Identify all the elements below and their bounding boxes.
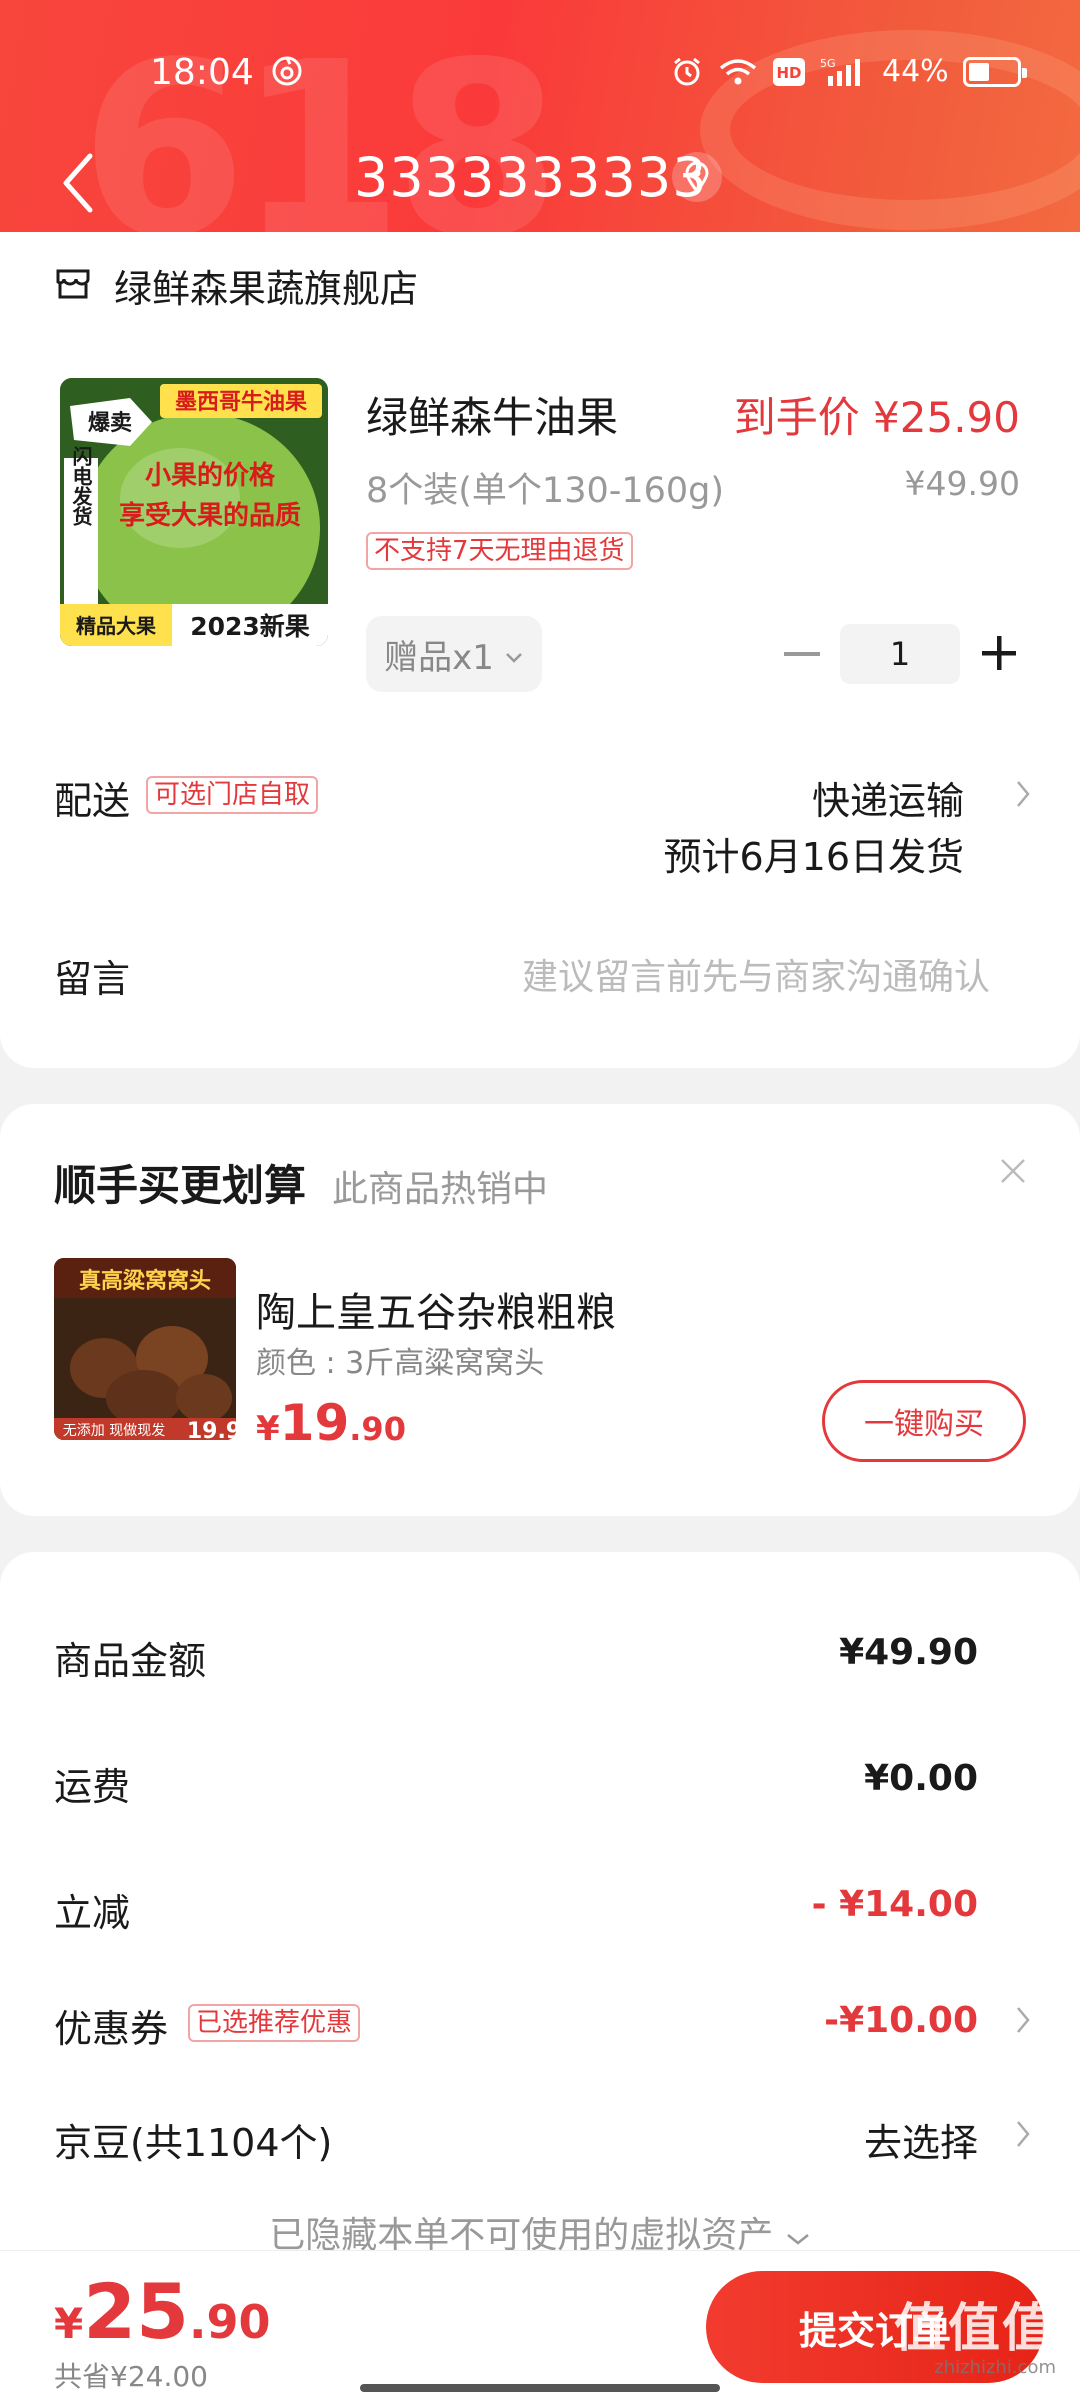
shipping-label: 运费: [54, 1765, 131, 1809]
store-name: 绿鲜森果蔬旗舰店: [114, 267, 419, 311]
quantity-decrease-button[interactable]: [780, 632, 824, 676]
svg-text:享受大果的品质: 享受大果的品质: [119, 500, 301, 531]
quantity-increase-button[interactable]: [976, 630, 1022, 676]
coupon-value[interactable]: -¥10.00: [824, 2000, 978, 2041]
saved-amount: 共省¥24.00: [54, 2360, 208, 2393]
svg-text:墨西哥牛油果: 墨西哥牛油果: [175, 389, 307, 415]
store-row[interactable]: 绿鲜森果蔬旗舰店: [54, 258, 418, 313]
goods-amount-value: ¥49.90: [839, 1632, 978, 1673]
pickup-tag: 可选门店自取: [146, 776, 319, 814]
store-icon: [54, 267, 92, 305]
chevron-right-icon[interactable]: [1014, 2002, 1034, 2038]
upsell-price: ¥19.90: [256, 1394, 406, 1452]
header-bar: 618 18:04 HD 5G 44% 3333333333: [0, 0, 1080, 254]
status-icons: HD 5G 44%: [670, 54, 1027, 89]
upsell-product-spec: 颜色 : 3斤高粱窝窝头: [256, 1346, 545, 1381]
upsell-price-integer: 19: [279, 1394, 350, 1452]
status-bar: 18:04 HD 5G 44%: [0, 40, 1080, 100]
delivery-label: 配送: [54, 779, 131, 823]
gift-label: 赠品x1: [384, 637, 494, 678]
battery-icon: [962, 56, 1027, 87]
no-return-tag: 不支持7天无理由退货: [366, 532, 633, 570]
note-label: 留言: [54, 957, 131, 1001]
svg-text:2023新果: 2023新果: [190, 612, 310, 641]
delivery-date: 预计6月16日发货: [663, 835, 964, 879]
alarm-icon: [670, 55, 704, 89]
original-price: ¥49.90: [904, 464, 1020, 503]
svg-text:19.9: 19.9: [187, 1419, 236, 1440]
location-pin-icon[interactable]: [672, 152, 722, 202]
note-input[interactable]: 建议留言前先与商家沟通确认: [522, 948, 990, 1000]
chevron-right-icon[interactable]: [1014, 776, 1034, 812]
upsell-price-currency: ¥: [256, 1409, 280, 1449]
home-indicator[interactable]: [360, 2384, 720, 2392]
product-image[interactable]: 墨西哥牛油果 爆卖 闪电发货 小果的价格 享受大果的品质 精品大果 2023新果: [60, 378, 328, 646]
svg-text:无添加 现做现发: 无添加 现做现发: [63, 1423, 165, 1439]
chevron-down-icon: [504, 634, 524, 674]
svg-text:5G: 5G: [820, 57, 836, 70]
netease-music-icon: [270, 54, 304, 88]
product-name[interactable]: 绿鲜森牛油果: [366, 384, 618, 445]
upsell-product-image[interactable]: 真高粱窝窝头 无添加 现做现发 19.9: [54, 1258, 236, 1440]
total-decimal: .90: [189, 2295, 271, 2349]
battery-percent: 44%: [882, 54, 949, 89]
svg-text:真高粱窝窝头: 真高粱窝窝头: [79, 1268, 211, 1294]
upsell-subtitle: 此商品热销中: [332, 1169, 549, 1210]
product-spec[interactable]: 8个装(单个130-160g): [366, 462, 724, 513]
back-button[interactable]: [56, 150, 100, 216]
gift-dropdown[interactable]: 赠品x1: [366, 616, 542, 692]
discount-label: 立减: [54, 1891, 131, 1935]
svg-text:闪电发货: 闪电发货: [69, 446, 93, 527]
delivery-method[interactable]: 快递运输: [812, 770, 964, 825]
total-price: ¥25.90: [54, 2267, 271, 2356]
wifi-icon: [718, 57, 758, 87]
status-time: 18:04: [150, 52, 254, 93]
coupon-label: 优惠券: [54, 2007, 169, 2051]
close-icon[interactable]: [998, 1156, 1028, 1186]
hd-icon: HD: [772, 57, 806, 87]
address-title[interactable]: 3333333333: [354, 146, 708, 209]
discount-value: - ¥14.00: [811, 1884, 978, 1925]
svg-text:精品大果: 精品大果: [76, 614, 156, 638]
svg-text:爆卖: 爆卖: [88, 410, 132, 436]
goods-amount-label: 商品金额: [54, 1639, 207, 1683]
order-card: 绿鲜森果蔬旗舰店 墨西哥牛油果 爆卖 闪电发货 小果的价格 享受大果的品质 精品…: [0, 232, 1080, 1068]
quantity-value[interactable]: 1: [840, 624, 960, 684]
total-currency: ¥: [54, 2299, 84, 2348]
svg-text:小果的价格: 小果的价格: [145, 460, 276, 491]
one-click-buy-button[interactable]: 一键购买: [822, 1380, 1026, 1462]
svg-text:HD: HD: [776, 64, 801, 82]
deal-price: 到手价 ¥25.90: [733, 393, 1020, 442]
upsell-card: 顺手买更划算 此商品热销中 真高粱窝窝头 无添加 现做现发 19.9 陶上皇五谷…: [0, 1104, 1080, 1516]
total-integer: 25: [83, 2267, 189, 2356]
upsell-price-decimal: .90: [349, 1410, 406, 1448]
signal-icon: 5G: [820, 56, 868, 88]
site-watermark: 值值值 zhizhizhi.com: [894, 2286, 1056, 2378]
jingdou-label: 京豆(共1104个): [54, 2121, 333, 2165]
shipping-value: ¥0.00: [864, 1758, 978, 1799]
jingdou-select[interactable]: 去选择: [864, 2112, 978, 2167]
chevron-right-icon[interactable]: [1014, 2116, 1034, 2152]
coupon-tag: 已选推荐优惠: [188, 2004, 361, 2042]
watermark-brand: 值值值: [893, 2299, 1056, 2359]
upsell-title: 顺手买更划算: [54, 1161, 307, 1210]
upsell-product-name[interactable]: 陶上皇五谷杂粮粗粮: [256, 1280, 616, 1338]
